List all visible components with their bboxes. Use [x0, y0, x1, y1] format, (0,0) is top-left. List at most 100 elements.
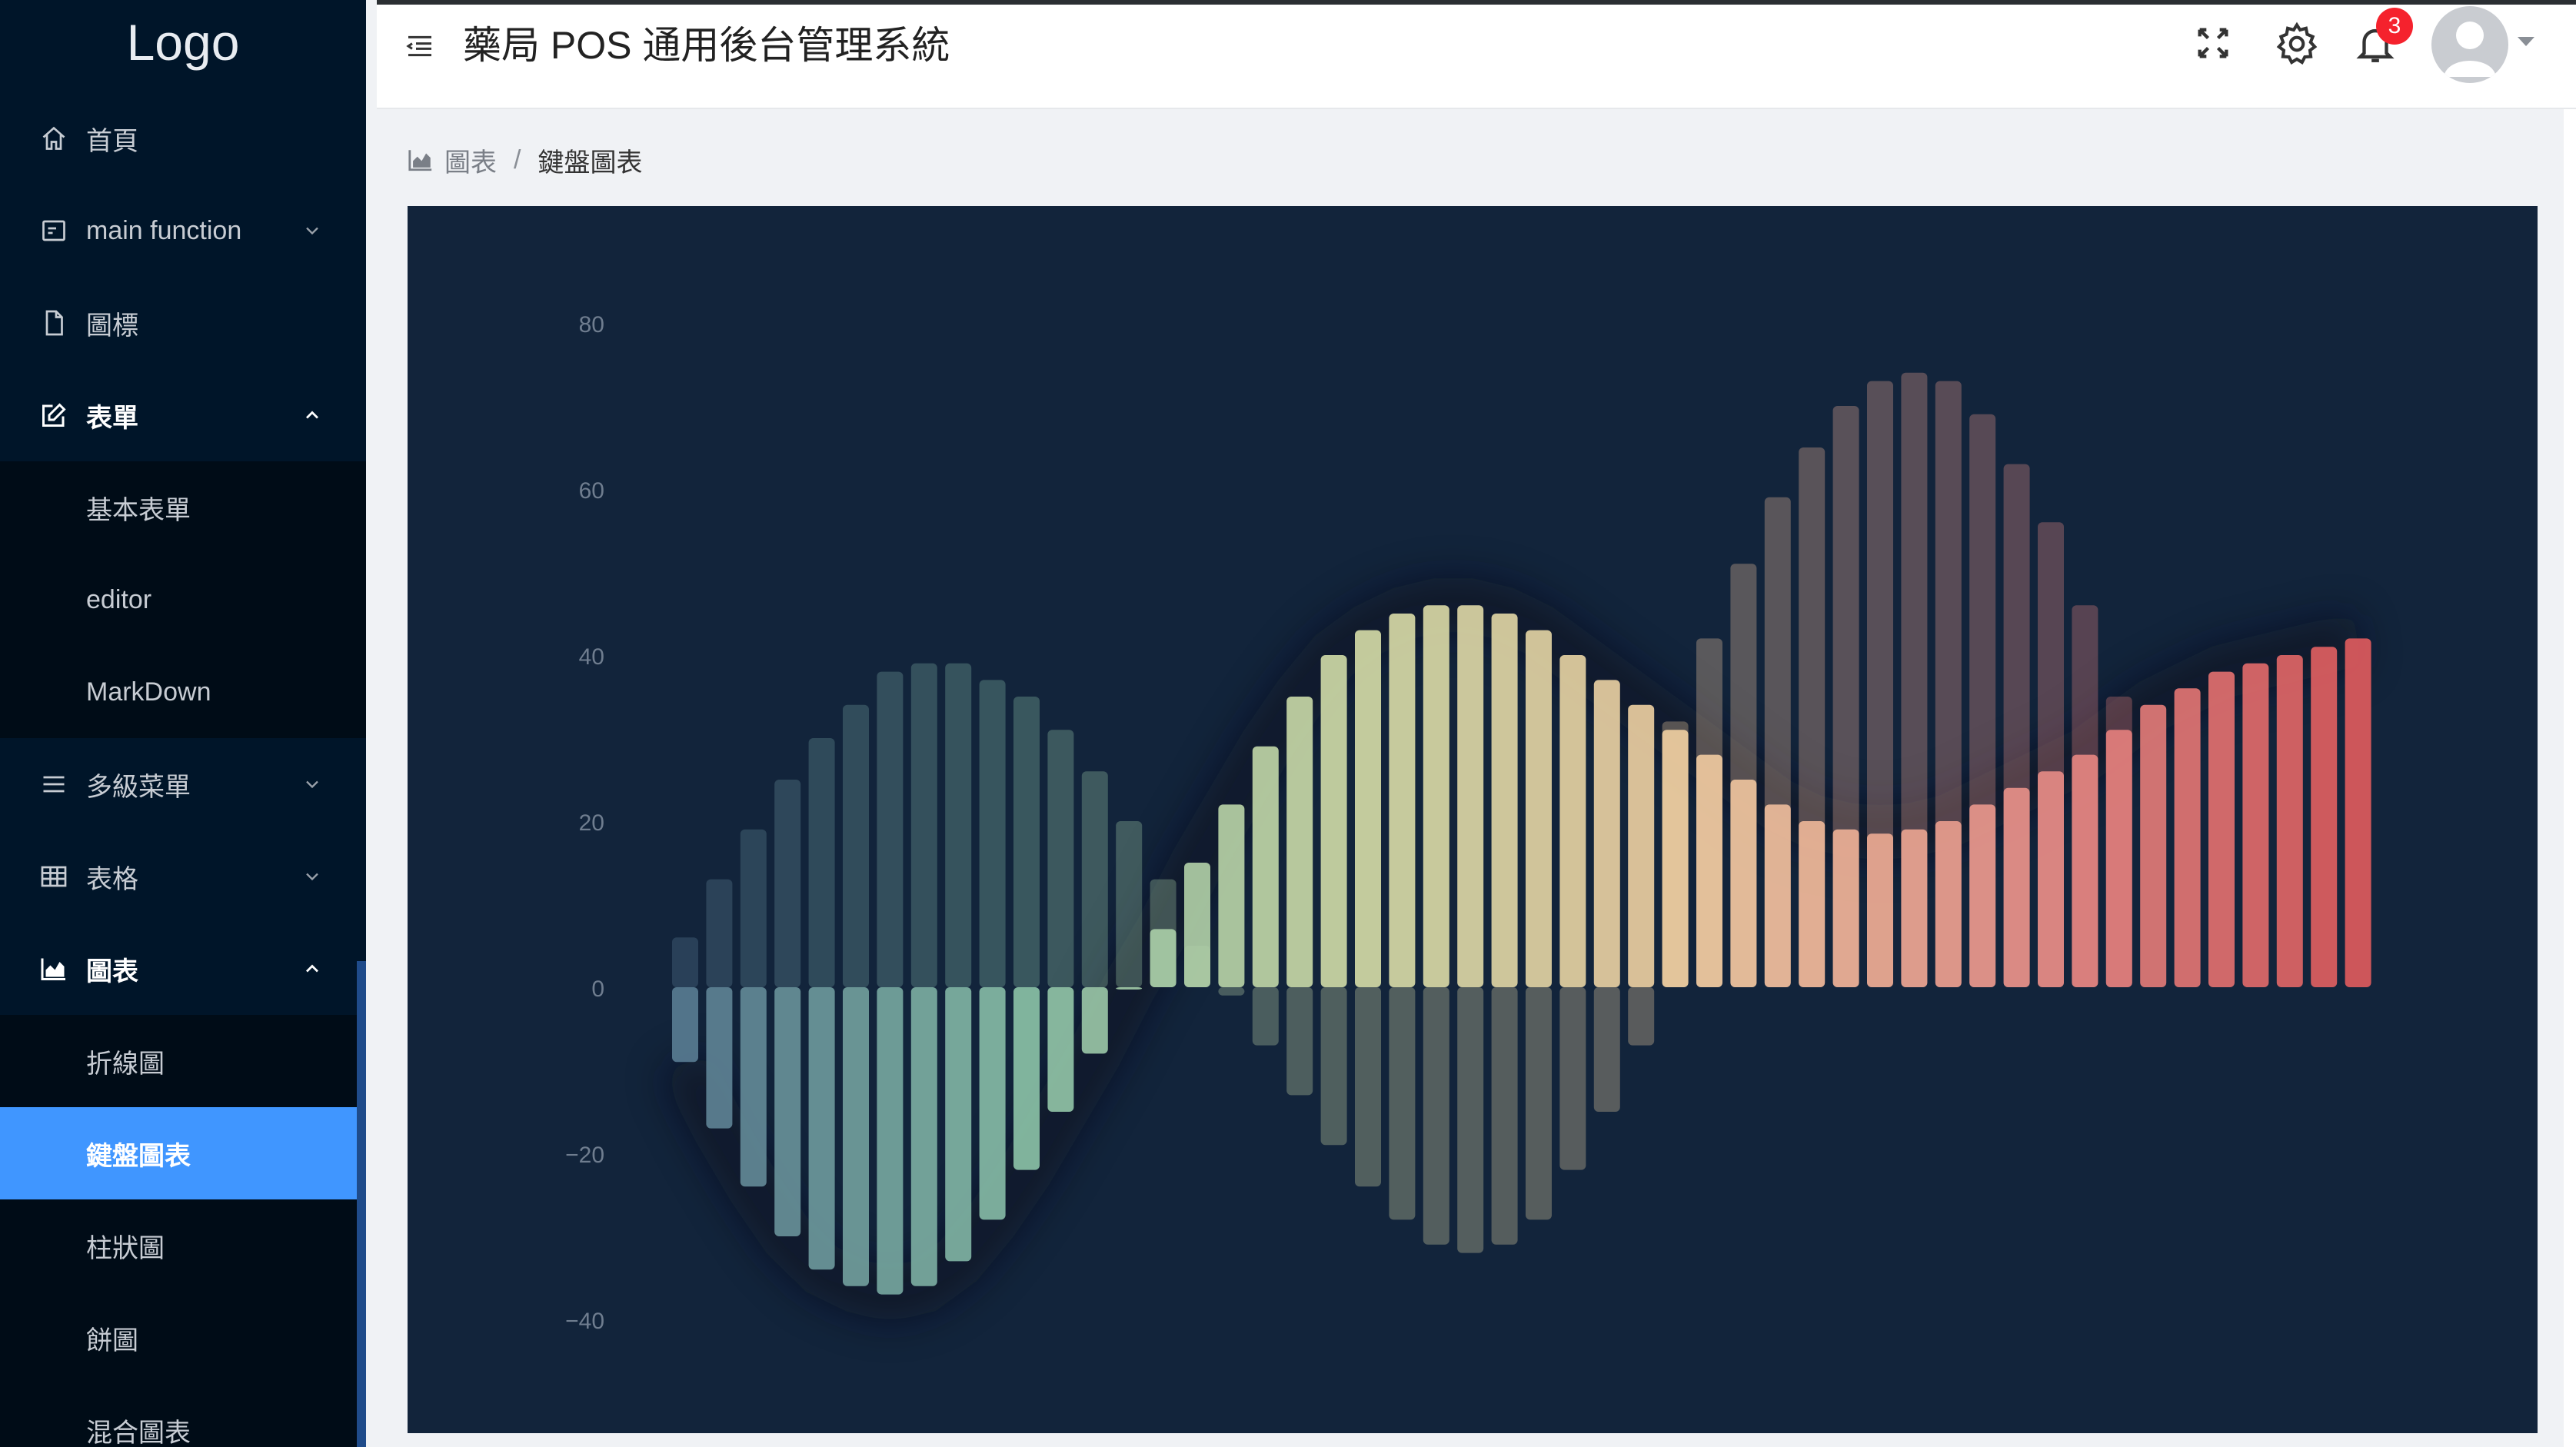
- data-bar[interactable]: [1218, 804, 1245, 987]
- data-bar[interactable]: [1355, 630, 1381, 987]
- avatar[interactable]: [2431, 6, 2508, 83]
- data-bar[interactable]: [1696, 754, 1722, 987]
- sidebar-item-editor[interactable]: editor: [0, 554, 366, 646]
- sidebar-item-mixed-chart[interactable]: 混合圖表: [0, 1384, 366, 1447]
- data-bar[interactable]: [910, 987, 937, 1286]
- data-bar[interactable]: [1969, 804, 1996, 987]
- y-tick-label: 80: [579, 312, 604, 338]
- sidebar-item-label: main function: [86, 215, 242, 245]
- data-bar[interactable]: [2072, 754, 2098, 987]
- y-tick-label: 60: [579, 478, 604, 504]
- data-bar[interactable]: [2208, 671, 2235, 987]
- sidebar-item-main-function[interactable]: main function: [0, 185, 366, 277]
- sidebar-item-multilevel-menu[interactable]: 多級菜單: [0, 738, 366, 830]
- sidebar-item-markdown[interactable]: MarkDown: [0, 646, 366, 738]
- list-icon: [38, 769, 69, 800]
- breadcrumb-parent[interactable]: 圖表: [444, 141, 497, 179]
- background-bar: [774, 780, 801, 987]
- sidebar-item-basic-form[interactable]: 基本表單: [0, 461, 366, 554]
- background-bar: [1389, 987, 1416, 1220]
- data-bar[interactable]: [1526, 630, 1552, 987]
- data-bar[interactable]: [706, 987, 733, 1129]
- background-bar: [877, 671, 904, 987]
- data-bar[interactable]: [808, 987, 835, 1270]
- data-bar[interactable]: [1013, 987, 1040, 1170]
- background-bar: [706, 879, 733, 987]
- sidebar-item-bar-chart[interactable]: 柱狀圖: [0, 1199, 366, 1292]
- sidebar-item-table[interactable]: 表格: [0, 830, 366, 923]
- breadcrumb: 圖表 / 鍵盤圖表: [408, 138, 642, 181]
- background-bar: [740, 829, 767, 987]
- gear-icon[interactable]: [2273, 20, 2321, 68]
- background-bar: [979, 680, 1006, 987]
- data-bar[interactable]: [2242, 663, 2269, 987]
- sidebar-item-keyboard-chart[interactable]: 鍵盤圖表: [0, 1107, 366, 1199]
- data-bar[interactable]: [1764, 804, 1791, 987]
- sidebar-item-label: 圖標: [86, 311, 138, 341]
- background-bar: [1559, 987, 1586, 1170]
- data-bar[interactable]: [1081, 987, 1108, 1054]
- sidebar-item-label: 混合圖表: [86, 1418, 191, 1447]
- background-bar: [1628, 987, 1655, 1046]
- data-bar[interactable]: [1799, 821, 1825, 987]
- data-bar[interactable]: [1252, 746, 1279, 987]
- sidebar-item-label: 多級菜單: [86, 772, 191, 802]
- data-bar[interactable]: [877, 987, 904, 1295]
- sidebar-item-pie-chart[interactable]: 餅圖: [0, 1292, 366, 1384]
- background-bar: [843, 704, 869, 987]
- background-bar: [945, 663, 972, 987]
- chevron-down-icon: [306, 227, 318, 235]
- data-bar[interactable]: [774, 987, 801, 1236]
- data-bar[interactable]: [2345, 638, 2371, 987]
- caret-down-icon[interactable]: [2516, 34, 2536, 49]
- data-bar[interactable]: [1662, 730, 1689, 987]
- data-bar[interactable]: [2038, 771, 2064, 987]
- fullscreen-icon[interactable]: [2193, 23, 2233, 63]
- sidebar-item-charts[interactable]: 圖表: [0, 923, 366, 1015]
- form-submenu: 基本表單 editor MarkDown: [0, 461, 366, 738]
- data-bar[interactable]: [1457, 605, 1484, 987]
- data-bar[interactable]: [740, 987, 767, 1187]
- data-bar[interactable]: [843, 987, 869, 1286]
- sidebar-item-label: MarkDown: [86, 677, 211, 707]
- data-bar[interactable]: [2003, 787, 2030, 987]
- data-bar[interactable]: [2105, 730, 2132, 987]
- notification-badge: 3: [2376, 8, 2413, 45]
- sidebar-item-icons[interactable]: 圖標: [0, 277, 366, 369]
- background-bar: [1047, 730, 1074, 987]
- data-bar[interactable]: [1423, 605, 1449, 987]
- data-bar[interactable]: [2174, 688, 2201, 987]
- menu-fold-icon[interactable]: [404, 31, 435, 62]
- data-bar[interactable]: [1184, 863, 1210, 987]
- data-bar[interactable]: [1491, 614, 1518, 987]
- data-bar[interactable]: [1047, 987, 1074, 1112]
- data-bar[interactable]: [979, 987, 1006, 1220]
- data-bar[interactable]: [1935, 821, 1962, 987]
- sidebar-scrollbar[interactable]: [357, 961, 366, 1447]
- sidebar-item-line-chart[interactable]: 折線圖: [0, 1015, 366, 1107]
- data-bar[interactable]: [1559, 655, 1586, 987]
- background-bar: [1116, 821, 1143, 987]
- keyboard-bar-chart: 80 60 40 20 0 −20 −40: [565, 312, 2371, 1334]
- data-bar[interactable]: [1320, 655, 1347, 987]
- data-bar[interactable]: [1832, 829, 1859, 987]
- data-bar[interactable]: [1116, 987, 1143, 990]
- background-bar: [1081, 771, 1108, 987]
- data-bar[interactable]: [672, 987, 698, 1063]
- data-bar[interactable]: [2140, 704, 2167, 987]
- data-bar[interactable]: [1389, 614, 1416, 987]
- data-bar[interactable]: [1593, 680, 1620, 987]
- data-bar[interactable]: [1901, 829, 1928, 987]
- data-bar[interactable]: [1628, 704, 1655, 987]
- data-bar[interactable]: [1286, 697, 1313, 987]
- charts-submenu: 折線圖 鍵盤圖表 柱狀圖 餅圖 混合圖表: [0, 1015, 366, 1447]
- data-bar[interactable]: [1730, 780, 1757, 987]
- data-bar[interactable]: [2311, 647, 2338, 987]
- data-bar[interactable]: [1867, 833, 1893, 987]
- chevron-up-icon: [306, 964, 318, 973]
- data-bar[interactable]: [1150, 929, 1177, 987]
- data-bar[interactable]: [945, 987, 972, 1262]
- sidebar-item-form[interactable]: 表單: [0, 369, 366, 461]
- data-bar[interactable]: [2276, 655, 2303, 987]
- sidebar-item-home[interactable]: 首頁: [0, 92, 366, 185]
